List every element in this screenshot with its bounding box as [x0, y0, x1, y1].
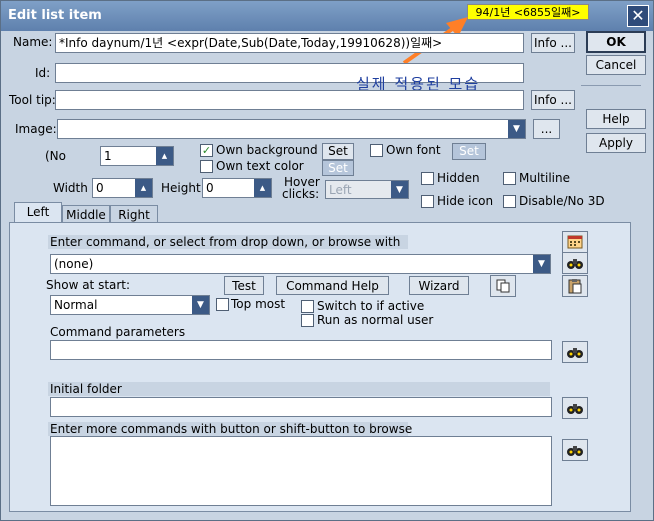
- width-value: 0: [96, 181, 104, 195]
- hidden-checkbox[interactable]: [421, 172, 434, 185]
- tab-panel: Enter command, or select from drop down,…: [9, 222, 631, 512]
- browse-image-button[interactable]: ...: [533, 119, 560, 139]
- binoculars-icon: [567, 348, 583, 358]
- initial-folder-label: Initial folder: [50, 382, 122, 396]
- hidden-label: Hidden: [437, 171, 480, 185]
- browse-folder-button[interactable]: [562, 397, 588, 419]
- clicks-label: clicks:: [282, 187, 320, 201]
- spinner-arrows-icon[interactable]: ▲▼: [156, 147, 173, 165]
- binoculars-icon: [567, 446, 583, 456]
- binoculars-icon: [567, 404, 583, 414]
- switch-if-active-checkbox[interactable]: [301, 300, 314, 313]
- annotation-highlight: 94/1년 <6855일째>: [467, 4, 589, 20]
- run-as-normal-user-checkbox[interactable]: [301, 314, 314, 327]
- chevron-down-icon[interactable]: ▼: [192, 296, 209, 314]
- no-label: (No: [45, 149, 66, 163]
- multiline-checkbox[interactable]: [503, 172, 516, 185]
- disable-no-3d-label: Disable/No 3D: [519, 194, 605, 208]
- top-most-label: Top most: [231, 297, 286, 311]
- height-label: Height: [161, 181, 201, 195]
- command-help-button[interactable]: Command Help: [276, 276, 389, 295]
- chevron-down-icon[interactable]: ▼: [508, 120, 525, 138]
- run-as-normal-user-label: Run as normal user: [317, 313, 434, 327]
- hover-clicks-combo[interactable]: Left ▼: [325, 180, 409, 199]
- calendar-icon: [567, 235, 583, 249]
- initial-folder-input[interactable]: [50, 397, 552, 417]
- height-value: 0: [206, 181, 214, 195]
- chevron-down-icon[interactable]: ▼: [533, 255, 550, 273]
- info-button-name[interactable]: Info ...: [531, 33, 575, 53]
- own-text-color-label: Own text color: [216, 159, 304, 173]
- wizard-button[interactable]: Wizard: [409, 276, 469, 295]
- show-at-start-combo[interactable]: Normal ▼: [50, 295, 210, 315]
- calendar-icon-button[interactable]: [562, 231, 588, 253]
- edit-list-item-dialog: Edit list item 94/1년 <6855일째> ✕ Name: *I…: [0, 0, 654, 521]
- own-background-checkbox[interactable]: ✓: [200, 144, 213, 157]
- close-button[interactable]: ✕: [627, 5, 649, 27]
- browse-parameters-button[interactable]: [562, 341, 588, 363]
- browse-more-commands-button[interactable]: [562, 439, 588, 461]
- binoculars-icon: [567, 259, 583, 269]
- hover-value: Left: [329, 183, 352, 197]
- set-font-button[interactable]: Set: [452, 143, 486, 160]
- spinner-arrows-icon[interactable]: ▲▼: [135, 179, 152, 197]
- copy-icon-button[interactable]: [490, 275, 516, 297]
- name-input[interactable]: *Info daynum/1년 <expr(Date,Sub(Date,Toda…: [55, 33, 524, 53]
- title-bar: Edit list item 94/1년 <6855일째> ✕: [1, 1, 653, 31]
- tab-left[interactable]: Left: [14, 202, 62, 224]
- enter-command-label: Enter command, or select from drop down,…: [50, 235, 401, 249]
- info-button-tooltip[interactable]: Info ...: [531, 90, 575, 110]
- tooltip-input[interactable]: [55, 90, 524, 110]
- command-parameters-label: Command parameters: [50, 325, 186, 339]
- separator: [581, 85, 641, 86]
- apply-button[interactable]: Apply: [586, 133, 646, 153]
- own-font-label: Own font: [386, 143, 441, 157]
- multiline-label: Multiline: [519, 171, 570, 185]
- switch-if-active-label: Switch to if active: [317, 299, 425, 313]
- clipboard-icon: [568, 279, 582, 294]
- window-title: Edit list item: [8, 8, 102, 23]
- browse-command-button[interactable]: [562, 252, 588, 274]
- image-combo[interactable]: ▼: [57, 119, 526, 139]
- show-at-start-label: Show at start:: [46, 278, 131, 292]
- chevron-down-icon[interactable]: ▼: [391, 181, 408, 198]
- command-combo[interactable]: (none) ▼: [50, 254, 551, 274]
- command-parameters-input[interactable]: [50, 340, 552, 360]
- paste-icon-button[interactable]: [562, 275, 588, 297]
- id-label: Id:: [35, 66, 51, 80]
- own-background-label: Own background: [216, 143, 318, 157]
- hide-icon-label: Hide icon: [437, 194, 494, 208]
- ok-button[interactable]: OK: [586, 31, 646, 53]
- label-band: [48, 382, 550, 396]
- no-spinner[interactable]: 1 ▲▼: [100, 146, 174, 166]
- more-commands-textarea[interactable]: [50, 436, 552, 506]
- tooltip-label: Tool tip:: [9, 93, 56, 107]
- height-spinner[interactable]: 0 ▲▼: [202, 178, 272, 198]
- test-button[interactable]: Test: [224, 276, 264, 295]
- image-label: Image:: [15, 122, 57, 136]
- width-spinner[interactable]: 0 ▲▼: [92, 178, 153, 198]
- top-most-checkbox[interactable]: [216, 298, 229, 311]
- width-label: Width: [53, 181, 88, 195]
- command-value: (none): [54, 257, 94, 271]
- own-text-color-checkbox[interactable]: [200, 160, 213, 173]
- more-commands-label: Enter more commands with button or shift…: [50, 422, 413, 436]
- spinner-arrows-icon[interactable]: ▲▼: [254, 179, 271, 197]
- show-at-start-value: Normal: [54, 298, 98, 312]
- cancel-button[interactable]: Cancel: [586, 55, 646, 75]
- hide-icon-checkbox[interactable]: [421, 195, 434, 208]
- name-label: Name:: [13, 35, 53, 49]
- copy-icon: [496, 279, 510, 293]
- set-background-button[interactable]: Set: [322, 143, 354, 160]
- disable-no-3d-checkbox[interactable]: [503, 195, 516, 208]
- set-text-color-button[interactable]: Set: [322, 160, 354, 176]
- own-font-checkbox[interactable]: [370, 144, 383, 157]
- help-button[interactable]: Help: [586, 109, 646, 129]
- no-value: 1: [104, 149, 112, 163]
